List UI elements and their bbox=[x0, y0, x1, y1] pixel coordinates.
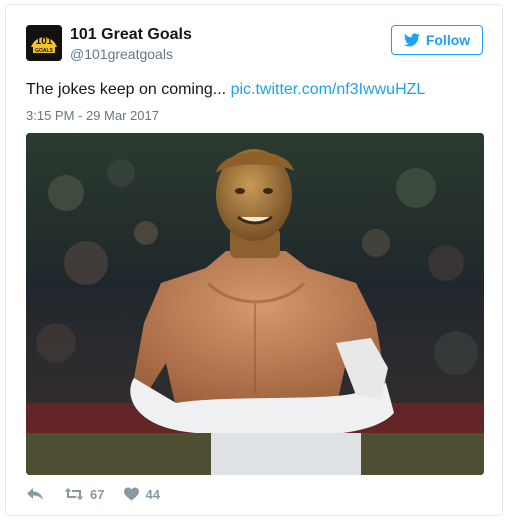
like-button[interactable]: 44 bbox=[124, 486, 160, 502]
retweet-button[interactable]: 67 bbox=[64, 487, 104, 502]
101-great-goals-logo-icon: 101 GOALS bbox=[26, 25, 62, 61]
avatar[interactable]: 101 GOALS bbox=[26, 25, 62, 61]
twitter-bird-icon bbox=[403, 33, 420, 47]
follow-label: Follow bbox=[425, 32, 471, 48]
heart-icon bbox=[124, 487, 140, 501]
retweet-icon bbox=[64, 488, 84, 500]
reply-icon bbox=[27, 488, 43, 500]
photo bbox=[26, 133, 484, 475]
tweet-card: 101 GOALS 101 Great Goals @101greatgoals… bbox=[5, 4, 503, 516]
tweet-timestamp[interactable]: 3:15 PM - 29 Mar 2017 bbox=[26, 107, 159, 125]
account-name[interactable]: 101 Great Goals bbox=[70, 25, 192, 45]
tweet-body: The jokes keep on coming... bbox=[26, 81, 227, 98]
tweet-media-image[interactable] bbox=[26, 133, 484, 475]
tweet-actions: 67 44 bbox=[26, 483, 160, 505]
media-link[interactable]: pic.twitter.com/nf3IwwuHZL bbox=[231, 81, 426, 98]
retweet-count: 67 bbox=[90, 486, 105, 502]
follow-button[interactable]: Follow bbox=[391, 25, 483, 55]
reply-button[interactable] bbox=[26, 487, 44, 501]
svg-text:101: 101 bbox=[36, 36, 53, 47]
tweet-text: The jokes keep on coming... pic.twitter.… bbox=[26, 79, 486, 101]
svg-text:GOALS: GOALS bbox=[35, 48, 53, 54]
account-handle[interactable]: @101greatgoals bbox=[70, 45, 173, 63]
like-count: 44 bbox=[145, 486, 160, 502]
